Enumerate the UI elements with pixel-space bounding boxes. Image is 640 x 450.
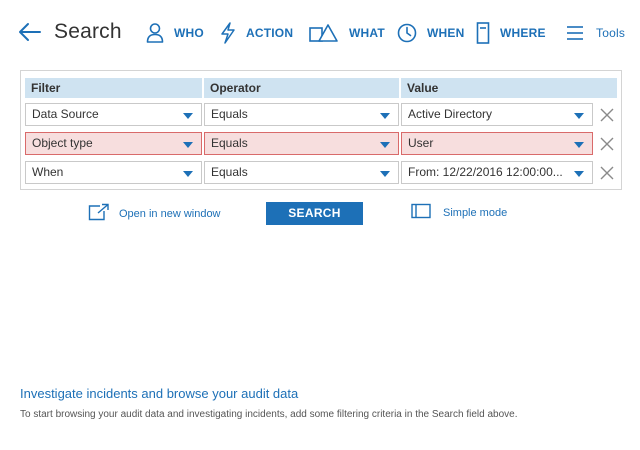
- operator-select[interactable]: Equals: [204, 103, 399, 126]
- nav-who-label: WHO: [174, 26, 204, 40]
- chevron-down-icon: [380, 142, 390, 148]
- search-button[interactable]: SEARCH: [266, 202, 363, 225]
- shapes-icon: [309, 23, 339, 43]
- external-window-icon: [88, 203, 110, 224]
- chevron-down-icon: [183, 113, 193, 119]
- nav-where[interactable]: WHERE: [476, 18, 546, 48]
- nav-action[interactable]: ACTION: [220, 18, 293, 48]
- back-arrow-icon[interactable]: [18, 21, 42, 43]
- filter-select-value: When: [32, 165, 64, 179]
- chevron-down-icon: [574, 171, 584, 177]
- filter-panel: Filter Operator Value Data Source Equals…: [20, 70, 622, 190]
- value-select-value: From: 12/22/2016 12:00:00...: [408, 165, 563, 179]
- value-select-value: Active Directory: [408, 107, 493, 121]
- remove-row-icon[interactable]: [599, 165, 615, 181]
- simple-mode-label: Simple mode: [443, 206, 508, 219]
- top-bar: Search WHO ACTION WHAT WHEN WHERE Tools: [0, 0, 640, 66]
- remove-row-icon[interactable]: [599, 136, 615, 152]
- nav-when[interactable]: WHEN: [397, 18, 464, 48]
- filter-select[interactable]: Object type: [25, 132, 202, 155]
- filter-select[interactable]: Data Source: [25, 103, 202, 126]
- server-icon: [476, 22, 490, 44]
- chevron-down-icon: [183, 142, 193, 148]
- lightning-icon: [220, 22, 236, 44]
- column-header-value: Value: [401, 78, 617, 98]
- chevron-down-icon: [183, 171, 193, 177]
- column-header-filter: Filter: [25, 78, 202, 98]
- clock-icon: [397, 23, 417, 43]
- remove-row-icon[interactable]: [599, 107, 615, 123]
- operator-select[interactable]: Equals: [204, 132, 399, 155]
- nav-who[interactable]: WHO: [146, 18, 204, 48]
- operator-select-value: Equals: [211, 107, 248, 121]
- menu-icon: [566, 25, 584, 41]
- filter-select-value: Object type: [32, 136, 93, 150]
- open-new-window-link[interactable]: Open in new window: [88, 203, 221, 224]
- user-icon: [146, 22, 164, 44]
- nav-where-label: WHERE: [500, 26, 546, 40]
- chevron-down-icon: [574, 113, 584, 119]
- nav-action-label: ACTION: [246, 26, 294, 40]
- operator-select[interactable]: Equals: [204, 161, 399, 184]
- chevron-down-icon: [574, 142, 584, 148]
- nav-what-label: WHAT: [349, 26, 385, 40]
- nav-tools[interactable]: Tools: [566, 18, 625, 48]
- value-select[interactable]: From: 12/22/2016 12:00:00...: [401, 161, 593, 184]
- info-heading: Investigate incidents and browse your au…: [20, 386, 299, 401]
- filter-select-value: Data Source: [32, 107, 99, 121]
- nav-when-label: WHEN: [427, 26, 465, 40]
- filter-select[interactable]: When: [25, 161, 202, 184]
- page-title: Search: [54, 20, 122, 43]
- open-new-window-label: Open in new window: [119, 207, 221, 220]
- value-select[interactable]: User: [401, 132, 593, 155]
- chevron-down-icon: [380, 171, 390, 177]
- simple-mode-link[interactable]: Simple mode: [411, 203, 507, 222]
- column-header-operator: Operator: [204, 78, 399, 98]
- info-description: To start browsing your audit data and in…: [20, 409, 518, 420]
- nav-what[interactable]: WHAT: [309, 18, 385, 48]
- operator-select-value: Equals: [211, 136, 248, 150]
- panel-icon: [411, 203, 431, 222]
- nav-tools-label: Tools: [596, 26, 626, 40]
- chevron-down-icon: [380, 113, 390, 119]
- value-select[interactable]: Active Directory: [401, 103, 593, 126]
- value-select-value: User: [408, 136, 434, 150]
- operator-select-value: Equals: [211, 165, 248, 179]
